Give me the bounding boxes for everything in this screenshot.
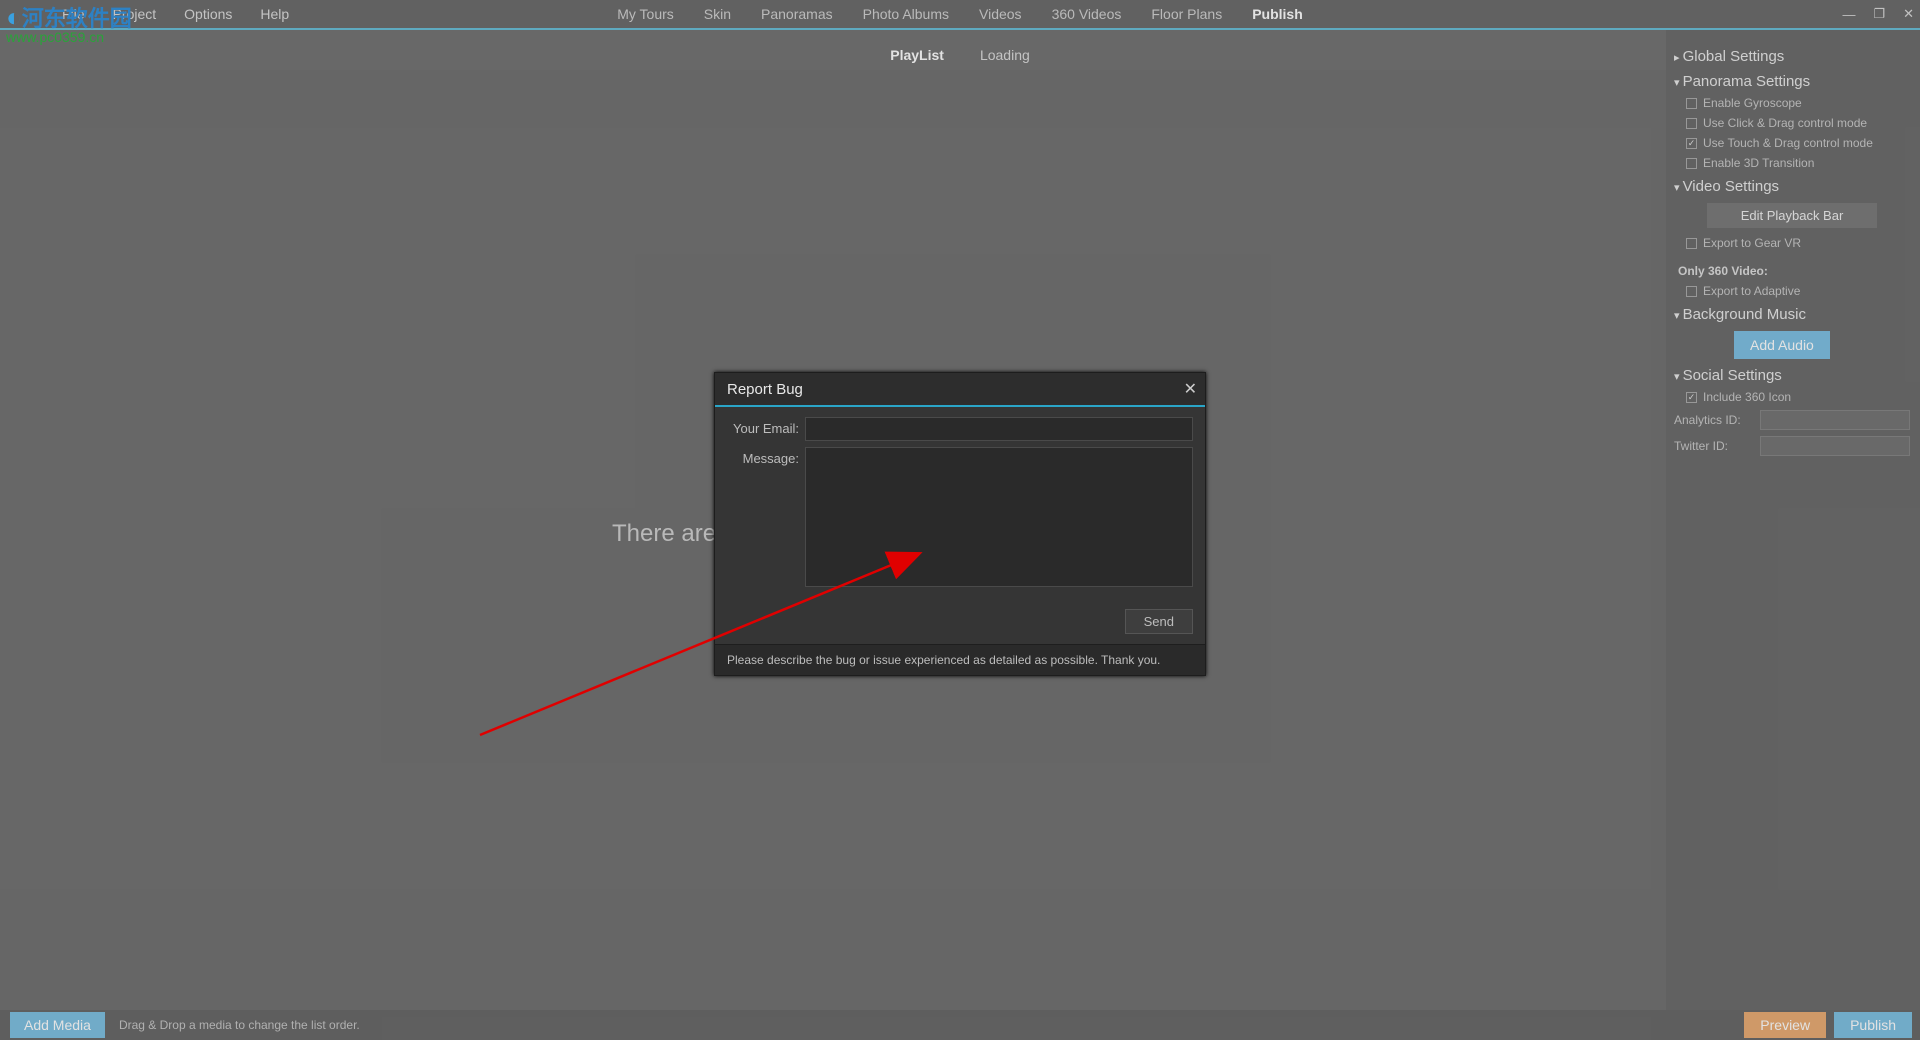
input-twitter-id[interactable]: [1760, 436, 1910, 456]
accent-line: [0, 28, 1920, 30]
tab-panoramas[interactable]: Panoramas: [761, 6, 833, 22]
dialog-title-bar: Report Bug ✕: [715, 373, 1205, 407]
section-social[interactable]: Social Settings: [1674, 367, 1910, 384]
btn-add-audio[interactable]: Add Audio: [1734, 331, 1830, 359]
subtab-loading[interactable]: Loading: [980, 47, 1030, 63]
section-bgmusic[interactable]: Background Music: [1674, 306, 1910, 323]
input-analytics-id[interactable]: [1760, 410, 1910, 430]
chk-gearvr[interactable]: Export to Gear VR: [1686, 236, 1910, 250]
chk-3dtransition[interactable]: Enable 3D Transition: [1686, 156, 1910, 170]
tab-floorplans[interactable]: Floor Plans: [1151, 6, 1222, 22]
input-message[interactable]: [805, 447, 1193, 587]
btn-preview[interactable]: Preview: [1744, 1012, 1826, 1038]
dialog-title: Report Bug: [727, 381, 803, 398]
right-sidebar: Global Settings Panorama Settings Enable…: [1666, 30, 1920, 1010]
btn-send[interactable]: Send: [1125, 609, 1193, 634]
bottom-hint: Drag & Drop a media to change the list o…: [119, 1018, 360, 1032]
dialog-close-icon[interactable]: ✕: [1184, 379, 1197, 399]
bottom-bar: Add Media Drag & Drop a media to change …: [0, 1010, 1920, 1040]
menu-options[interactable]: Options: [184, 6, 232, 22]
menu-help[interactable]: Help: [260, 6, 289, 22]
label-only360: Only 360 Video:: [1678, 264, 1910, 278]
btn-edit-playback-bar[interactable]: Edit Playback Bar: [1707, 203, 1877, 228]
input-email[interactable]: [805, 417, 1193, 441]
subtab-playlist[interactable]: PlayList: [890, 47, 944, 63]
chk-gyroscope[interactable]: Enable Gyroscope: [1686, 96, 1910, 110]
menu-bar: File Project Options Help My Tours Skin …: [0, 0, 1920, 28]
label-message: Message:: [727, 447, 799, 466]
minimize-icon[interactable]: —: [1842, 7, 1855, 22]
btn-publish[interactable]: Publish: [1834, 1012, 1912, 1038]
label-twitter: Twitter ID:: [1674, 439, 1748, 453]
maximize-icon[interactable]: ❐: [1873, 6, 1885, 22]
tab-mytours[interactable]: My Tours: [617, 6, 674, 22]
section-panorama[interactable]: Panorama Settings: [1674, 73, 1910, 90]
chk-include360icon[interactable]: ✓Include 360 Icon: [1686, 390, 1910, 404]
section-video[interactable]: Video Settings: [1674, 178, 1910, 195]
tab-publish[interactable]: Publish: [1252, 6, 1303, 22]
section-global[interactable]: Global Settings: [1674, 48, 1910, 65]
dialog-footer-text: Please describe the bug or issue experie…: [715, 644, 1205, 675]
subtab-bar: PlayList Loading: [0, 40, 1920, 70]
label-analytics: Analytics ID:: [1674, 413, 1748, 427]
empty-state-text: There are: [612, 520, 716, 548]
chk-clickdrag[interactable]: Use Click & Drag control mode: [1686, 116, 1910, 130]
label-email: Your Email:: [727, 417, 799, 436]
chk-touchdrag[interactable]: ✓Use Touch & Drag control mode: [1686, 136, 1910, 150]
app-root: File Project Options Help My Tours Skin …: [0, 0, 1920, 1040]
watermark-logo: ◐河东软件园 www.pc0359.cn: [6, 4, 132, 44]
tab-skin[interactable]: Skin: [704, 6, 731, 22]
close-icon[interactable]: ✕: [1903, 6, 1914, 22]
tab-360videos[interactable]: 360 Videos: [1052, 6, 1122, 22]
report-bug-dialog: Report Bug ✕ Your Email: Message: Send P…: [714, 372, 1206, 676]
btn-add-media[interactable]: Add Media: [10, 1012, 105, 1038]
chk-adaptive[interactable]: Export to Adaptive: [1686, 284, 1910, 298]
tab-videos[interactable]: Videos: [979, 6, 1022, 22]
tab-photoalbums[interactable]: Photo Albums: [863, 6, 949, 22]
